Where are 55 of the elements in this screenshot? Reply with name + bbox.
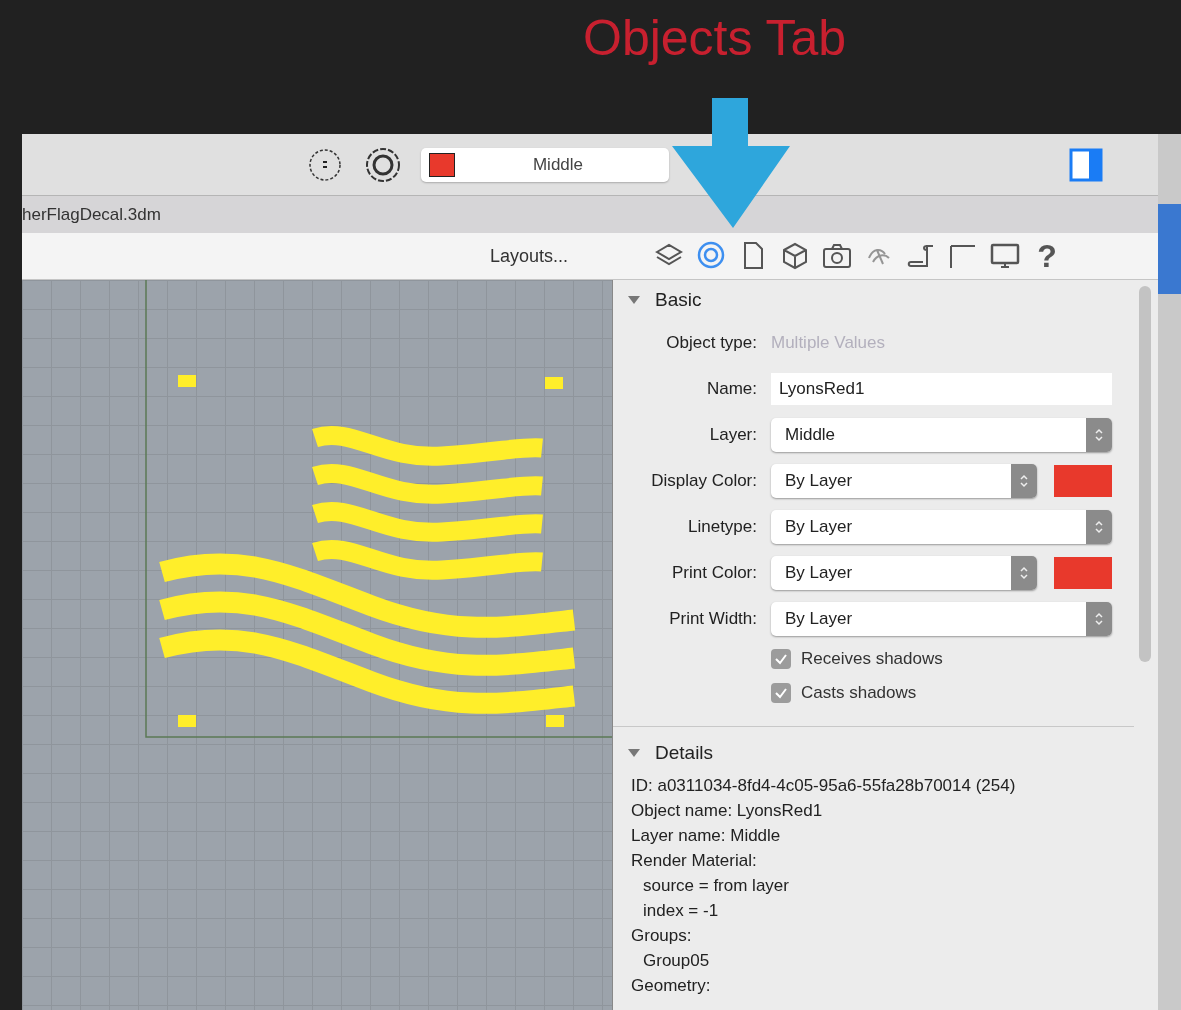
name-field[interactable]: LyonsRed1 — [771, 373, 1112, 405]
checkbox[interactable] — [771, 683, 791, 703]
detail-line: Object name: LyonsRed1 — [631, 800, 824, 822]
detail-line: source = from layer — [643, 875, 790, 897]
detail-line: ID: a0311034-8fd4-4c05-95a6-55fa28b70014 (254) — [631, 775, 1017, 797]
property-dropdown[interactable]: By Layer — [771, 602, 1112, 636]
snap-icon[interactable] — [307, 146, 343, 183]
arrow-icon — [670, 98, 792, 230]
property-label: Display Color: — [650, 471, 757, 491]
color-swatch[interactable] — [1054, 557, 1112, 589]
panel-toggle-icon[interactable] — [1069, 147, 1103, 182]
property-label: Name: — [705, 379, 757, 399]
property-label: Print Color: — [670, 563, 757, 583]
detail-line: Geometry: — [631, 975, 712, 997]
checkmark-icon — [774, 652, 788, 666]
detail-line: index = -1 — [643, 900, 720, 922]
grip-point[interactable] — [546, 715, 564, 727]
color-dropdown[interactable]: By Layer — [771, 464, 1037, 498]
stepper-icon — [1086, 510, 1112, 544]
property-label: Object type: — [665, 333, 757, 353]
property-label: Layer: — [708, 425, 757, 445]
checkbox-label: Receives shadows — [801, 649, 943, 669]
section-title: Details — [655, 742, 714, 764]
detail-line: Layer name: Middle — [631, 825, 782, 847]
property-dropdown[interactable]: By Layer — [771, 510, 1112, 544]
disclosure-triangle-icon[interactable] — [627, 295, 641, 305]
checkbox[interactable] — [771, 649, 791, 669]
stepper-icon — [1086, 418, 1112, 452]
detail-line: Render Material: — [631, 850, 758, 872]
color-dropdown[interactable]: By Layer — [771, 556, 1037, 590]
stepper-icon — [1011, 464, 1037, 498]
viewport[interactable] — [22, 280, 613, 1010]
detail-line: Groups: — [631, 925, 693, 947]
property-label: Linetype: — [687, 517, 757, 537]
help-tab[interactable]: ? — [1028, 237, 1067, 275]
grip-point[interactable] — [178, 715, 196, 727]
target-icon[interactable] — [365, 146, 401, 183]
layer-dropdown[interactable]: Middle — [421, 147, 669, 182]
grip-point[interactable] — [545, 377, 563, 389]
color-swatch[interactable] — [1054, 465, 1112, 497]
property-label: Print Width: — [668, 609, 757, 629]
layouts-button[interactable]: Layouts... — [490, 245, 569, 267]
checkbox-label: Casts shadows — [801, 683, 917, 703]
checkmark-icon — [774, 686, 788, 700]
scrollbar[interactable] — [1139, 286, 1151, 662]
property-dropdown[interactable]: Middle — [771, 418, 1112, 452]
detail-line: Group05 — [643, 950, 711, 972]
annotation-title: Objects Tab — [583, 10, 847, 66]
stepper-icon — [1011, 556, 1037, 590]
document-tab[interactable]: herFlagDecal.3dm — [22, 204, 161, 225]
stepper-icon — [1086, 602, 1112, 636]
grip-point[interactable] — [178, 375, 196, 387]
section-title: Basic — [655, 289, 702, 311]
property-value: Multiple Values — [771, 333, 886, 353]
disclosure-triangle-icon[interactable] — [627, 748, 641, 758]
